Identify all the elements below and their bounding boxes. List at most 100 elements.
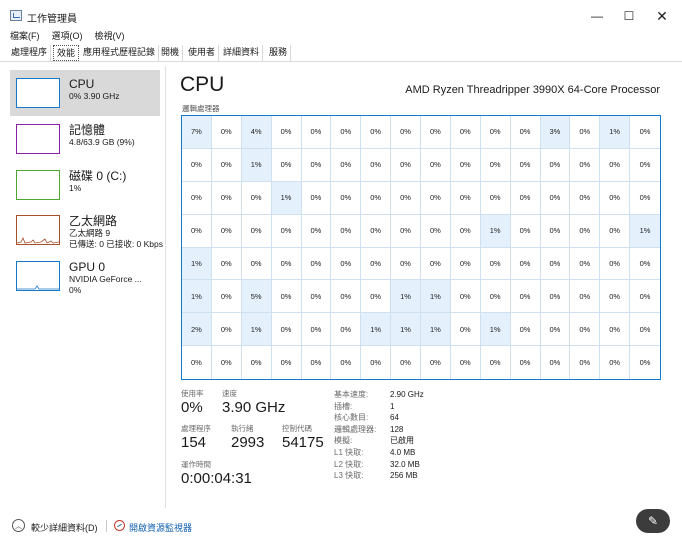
open-resource-monitor-link[interactable]: 開啟資源監視器 bbox=[129, 521, 192, 534]
menu-bar: 檔案(F) 選項(O) 檢視(V) bbox=[10, 29, 125, 43]
processes-stat: 處理程序 154 bbox=[181, 424, 211, 451]
logical-processor-cell: 0% bbox=[540, 313, 571, 347]
logical-processor-cell: 0% bbox=[540, 280, 571, 314]
logical-processor-cell: 0% bbox=[211, 181, 242, 215]
gpu-sparkline bbox=[17, 285, 59, 290]
logical-processor-cell: 1% bbox=[241, 148, 272, 182]
logical-processor-cell: 0% bbox=[421, 181, 451, 215]
logical-processor-cell: 0% bbox=[480, 280, 511, 314]
logical-processor-cell: 0% bbox=[510, 214, 541, 248]
spec-key: L3 快取: bbox=[334, 471, 364, 481]
logical-processor-cell: 0% bbox=[511, 346, 541, 379]
spec-row: 模擬: 已啟用 bbox=[334, 435, 424, 447]
tab-strip: 處理程序 效能 應用程式歷程記錄 開機 使用者 詳細資料 服務 bbox=[0, 44, 682, 62]
logical-processor-cell: 0% bbox=[182, 214, 212, 248]
logical-processor-cell: 0% bbox=[361, 116, 392, 149]
menu-view[interactable]: 檢視(V) bbox=[95, 29, 125, 43]
sidebar-item-label: 乙太網路 bbox=[69, 214, 118, 228]
logical-processor-cell: 0% bbox=[510, 313, 541, 347]
maximize-button[interactable]: ☐ bbox=[615, 6, 643, 26]
logical-processor-cell: 0% bbox=[211, 280, 242, 314]
logical-processor-cell: 3% bbox=[540, 116, 571, 149]
fewer-details-link[interactable]: 較少詳細資料(D) bbox=[31, 521, 98, 534]
logical-processor-cell: 0% bbox=[510, 148, 541, 182]
logical-processor-cell: 0% bbox=[421, 247, 451, 281]
logical-processor-cell: 0% bbox=[301, 148, 332, 182]
spec-value: 128 bbox=[390, 424, 404, 434]
logical-processor-cell: 0% bbox=[361, 346, 392, 379]
resource-monitor-icon bbox=[114, 520, 125, 531]
sidebar-item-memory[interactable]: 記憶體 4.8/63.9 GB (9%) bbox=[10, 116, 160, 162]
logical-processor-cell: 1% bbox=[361, 313, 392, 347]
logical-processor-cell: 0% bbox=[301, 116, 332, 149]
processes-value: 154 bbox=[181, 434, 207, 451]
handles-stat: 控制代碼 54175 bbox=[282, 424, 324, 451]
tab-details[interactable]: 詳細資料 bbox=[220, 45, 264, 61]
logical-processor-cell: 0% bbox=[480, 148, 511, 182]
logical-processor-cell: 0% bbox=[450, 313, 481, 347]
logical-processor-cell: 0% bbox=[540, 247, 571, 281]
resource-sidebar: CPU 0% 3.90 GHz 記憶體 4.8/63.9 GB (9%) 磁碟 … bbox=[8, 66, 166, 508]
logical-processor-cell: 0% bbox=[331, 148, 362, 182]
logical-processor-cell: 0% bbox=[331, 181, 362, 215]
logical-processor-cell: 0% bbox=[451, 346, 481, 379]
logical-processor-cell: 0% bbox=[480, 181, 511, 215]
logical-processor-cell: 0% bbox=[331, 280, 362, 314]
tab-users[interactable]: 使用者 bbox=[185, 45, 220, 61]
logical-processor-cell: 1% bbox=[182, 247, 212, 281]
logical-processor-cell: 0% bbox=[510, 181, 541, 215]
uptime-stat: 運作時間 0:00:04:31 bbox=[181, 460, 252, 487]
chevron-up-icon[interactable]: ︿ bbox=[12, 519, 25, 532]
edit-floating-button[interactable]: ✎ bbox=[636, 509, 670, 533]
tab-performance[interactable]: 效能 bbox=[53, 45, 80, 61]
spec-key: 核心數目: bbox=[334, 413, 369, 423]
logical-processors-label: 邏輯處理器 bbox=[182, 104, 220, 113]
tab-processes[interactable]: 處理程序 bbox=[8, 45, 52, 61]
logical-processor-cell: 0% bbox=[182, 181, 212, 215]
spec-row: 邏輯處理器: 128 bbox=[334, 424, 424, 436]
tab-startup[interactable]: 開機 bbox=[158, 45, 184, 61]
logical-processor-cell: 0% bbox=[361, 247, 392, 281]
threads-value: 2993 bbox=[231, 434, 265, 451]
close-button[interactable]: ✕ bbox=[648, 6, 676, 26]
minimize-button[interactable]: — bbox=[583, 6, 611, 26]
sidebar-item-gpu[interactable]: GPU 0 NVIDIA GeForce ... 0% bbox=[10, 253, 160, 299]
tab-app-history[interactable]: 應用程式歷程記錄 bbox=[80, 45, 160, 61]
sidebar-item-disk[interactable]: 磁碟 0 (C:) 1% bbox=[10, 162, 160, 208]
sidebar-item-cpu[interactable]: CPU 0% 3.90 GHz bbox=[10, 70, 160, 116]
menu-file[interactable]: 檔案(F) bbox=[10, 29, 40, 43]
logical-processor-cell: 0% bbox=[331, 116, 362, 149]
logical-processor-cell: 1% bbox=[421, 313, 451, 347]
logical-processor-cell: 1% bbox=[241, 313, 272, 347]
sidebar-item-detail: NVIDIA GeForce ... bbox=[69, 274, 142, 284]
sidebar-item-ethernet[interactable]: 乙太網路 乙太網路 9 已傳送: 0 已接收: 0 Kbps bbox=[10, 207, 163, 253]
footer-bar: ︿ 較少詳細資料(D) 開啟資源監視器 bbox=[0, 512, 682, 538]
tab-services[interactable]: 服務 bbox=[266, 45, 292, 61]
logical-processor-cell: 4% bbox=[241, 116, 272, 149]
spec-value: 1 bbox=[390, 401, 395, 411]
uptime-label: 運作時間 bbox=[181, 460, 211, 469]
spec-value: 256 MB bbox=[390, 471, 418, 481]
menu-options[interactable]: 選項(O) bbox=[52, 29, 83, 43]
logical-processor-cell: 0% bbox=[241, 181, 272, 215]
logical-processor-cell: 0% bbox=[450, 116, 481, 149]
logical-processor-cell: 0% bbox=[421, 346, 451, 379]
speed-label: 速度 bbox=[222, 389, 237, 398]
logical-processor-cell: 0% bbox=[391, 116, 421, 149]
cpu-model-name: AMD Ryzen Threadripper 3990X 64-Core Pro… bbox=[405, 84, 660, 96]
logical-processor-cell: 0% bbox=[242, 346, 272, 379]
sidebar-item-detail-2: 0% bbox=[69, 285, 82, 295]
logical-processor-cell: 0% bbox=[600, 181, 631, 215]
logical-processor-cell: 0% bbox=[271, 148, 302, 182]
logical-processor-cell: 0% bbox=[212, 346, 242, 379]
logical-processor-cell: 2% bbox=[182, 313, 212, 347]
sidebar-item-detail-2: 已傳送: 0 已接收: 0 Kbps bbox=[69, 239, 163, 249]
spec-key: 模擬: bbox=[334, 436, 353, 446]
ethernet-sparkline bbox=[16, 237, 60, 244]
sidebar-item-detail: 0% 3.90 GHz bbox=[69, 91, 120, 101]
logical-processor-cell: 0% bbox=[570, 116, 601, 149]
logical-processor-cell: 0% bbox=[302, 346, 332, 379]
logical-processor-cell: 0% bbox=[361, 181, 392, 215]
utilization-label: 使用率 bbox=[181, 389, 204, 398]
cpu-thumbnail-graph bbox=[16, 78, 60, 108]
